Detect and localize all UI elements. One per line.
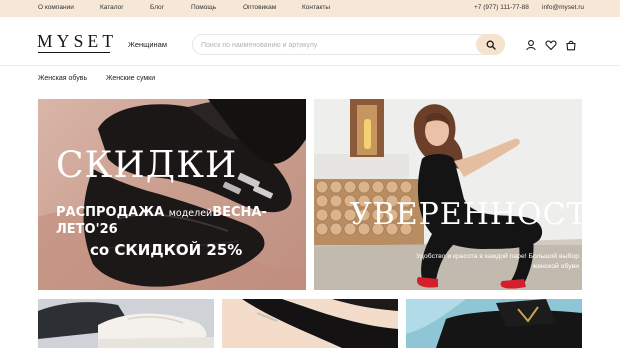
topbar-link-about[interactable]: О компании bbox=[38, 4, 74, 11]
category-women-bags[interactable]: Женские сумки bbox=[106, 75, 155, 82]
promo-sale-word: РАСПРОДАЖА bbox=[56, 205, 165, 220]
logo-underline bbox=[38, 52, 110, 54]
topbar-link-help[interactable]: Помощь bbox=[191, 4, 216, 11]
tagline-line-1: Удобство и красота в каждой паре! Большо… bbox=[416, 253, 579, 260]
nav-women-menu[interactable]: Женщинам bbox=[128, 40, 167, 49]
heart-icon[interactable] bbox=[545, 39, 557, 51]
search-bar bbox=[192, 34, 505, 55]
sandals-photo bbox=[406, 299, 582, 348]
sale-banner[interactable]: СКИДКИ РАСПРОДАЖА моделейВЕСНА- ЛЕТО'26 … bbox=[38, 99, 306, 290]
promo-line-2: ЛЕТО'26 bbox=[56, 222, 118, 237]
site-header: MYSET Женщинам bbox=[0, 17, 620, 66]
category-women-shoes[interactable]: Женская обувь bbox=[38, 75, 87, 82]
promo-line-1: РАСПРОДАЖА моделейВЕСНА- bbox=[56, 205, 267, 220]
user-icon[interactable] bbox=[525, 39, 537, 51]
banner-tagline: Удобство и красота в каждой паре! Большо… bbox=[344, 252, 579, 272]
logo-text: MYSET bbox=[37, 31, 118, 51]
banner-script-title: СКИДКИ bbox=[56, 145, 238, 186]
search-icon bbox=[486, 40, 496, 50]
shoes-photo bbox=[38, 99, 306, 290]
category-tile-pumps[interactable] bbox=[222, 299, 398, 348]
category-bar: Женская обувь Женские сумки bbox=[0, 67, 620, 92]
topbar-link-wholesale[interactable]: Оптовикам bbox=[243, 4, 276, 11]
banner-script-title: УВЕРЕННОСТЬ bbox=[350, 197, 582, 232]
bag-icon[interactable] bbox=[565, 39, 577, 51]
promo-line-3: со СКИДКОЙ 25% bbox=[90, 241, 243, 259]
promo-models-word: моделей bbox=[168, 208, 213, 219]
topbar-phone[interactable]: +7 (977) 111-77-88 bbox=[474, 4, 529, 11]
topbar-link-catalog[interactable]: Каталог bbox=[100, 4, 124, 11]
category-tile-sandals[interactable] bbox=[406, 299, 582, 348]
topbar-email[interactable]: info@myset.ru bbox=[542, 4, 584, 11]
category-tile-sneakers[interactable] bbox=[38, 299, 214, 348]
sneakers-photo bbox=[38, 299, 214, 348]
promo-season-word: ВЕСНА- bbox=[212, 205, 267, 220]
topbar-link-blog[interactable]: Блог bbox=[150, 4, 164, 11]
topbar-link-contacts[interactable]: Контакты bbox=[302, 4, 330, 11]
search-input[interactable] bbox=[201, 39, 471, 51]
pumps-photo bbox=[222, 299, 398, 348]
tagline-line-2: женской обуви bbox=[532, 263, 579, 270]
confidence-banner[interactable]: УВЕРЕННОСТЬ Удобство и красота в каждой … bbox=[314, 99, 582, 290]
search-button[interactable] bbox=[476, 34, 505, 55]
top-bar: О компании Каталог Блог Помощь Оптовикам… bbox=[0, 0, 620, 17]
